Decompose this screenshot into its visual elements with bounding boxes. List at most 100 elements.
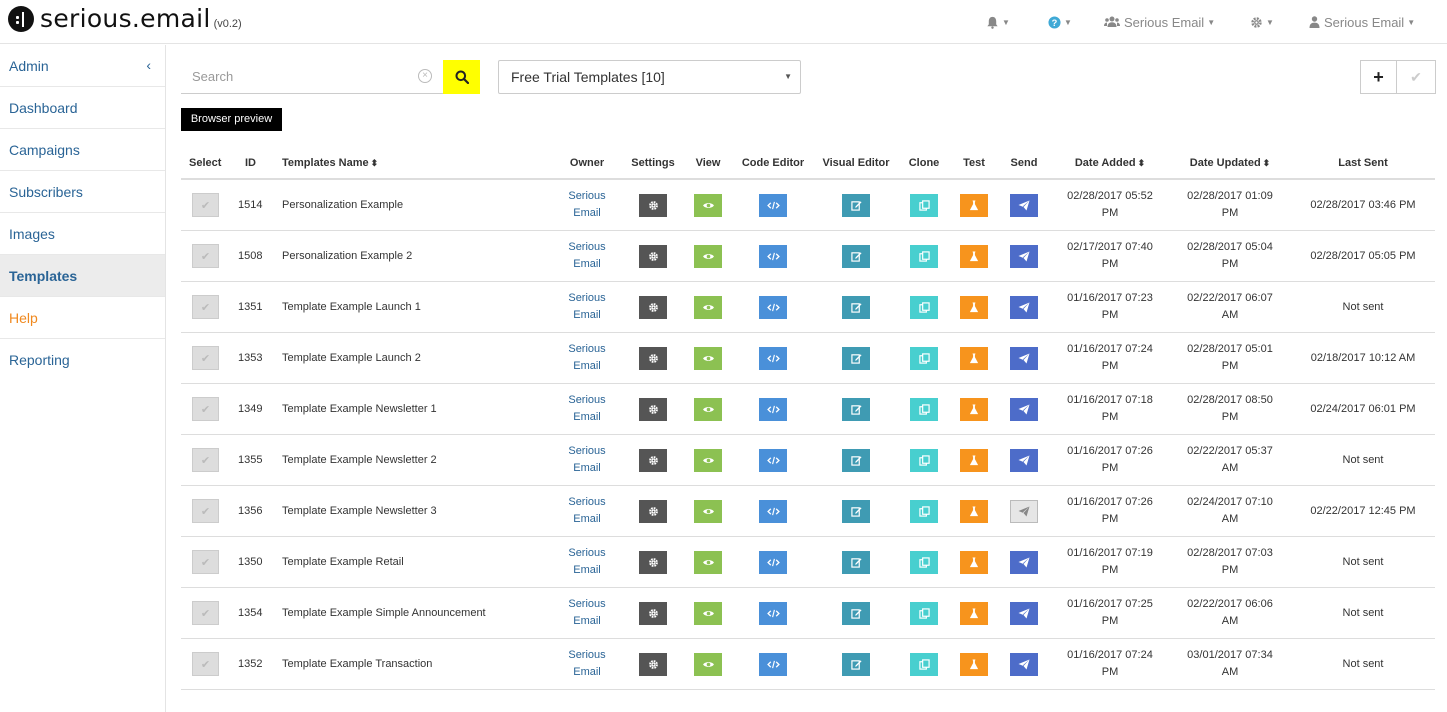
visual-editor-button[interactable]	[842, 448, 870, 472]
send-button[interactable]	[1010, 601, 1038, 625]
settings-button[interactable]	[639, 550, 667, 574]
confirm-button[interactable]: ✔	[1396, 60, 1436, 94]
view-button[interactable]	[694, 550, 722, 574]
clone-button[interactable]	[910, 193, 938, 217]
help-menu[interactable]: ? ▼	[1048, 0, 1072, 44]
code-editor-button[interactable]	[759, 244, 787, 268]
owner-link[interactable]: Serious Email	[568, 596, 605, 630]
visual-editor-button[interactable]	[842, 295, 870, 319]
send-button[interactable]	[1010, 346, 1038, 370]
select-checkbox[interactable]: ✔	[192, 652, 219, 676]
visual-editor-button[interactable]	[842, 601, 870, 625]
owner-link[interactable]: Serious Email	[568, 494, 605, 528]
clone-button[interactable]	[910, 601, 938, 625]
sidebar-item-templates[interactable]: Templates	[0, 255, 165, 297]
send-button[interactable]	[1010, 244, 1038, 268]
code-editor-button[interactable]	[759, 295, 787, 319]
clone-button[interactable]	[910, 652, 938, 676]
test-button[interactable]	[960, 448, 988, 472]
owner-link[interactable]: Serious Email	[568, 239, 605, 273]
code-editor-button[interactable]	[759, 601, 787, 625]
template-folder-select[interactable]: Free Trial Templates [10] ▼	[498, 60, 801, 94]
view-button[interactable]	[694, 499, 722, 523]
visual-editor-button[interactable]	[842, 346, 870, 370]
sidebar-item-help[interactable]: Help	[0, 297, 165, 339]
sidebar-item-reporting[interactable]: Reporting	[0, 339, 165, 381]
sidebar-item-dashboard[interactable]: Dashboard	[0, 87, 165, 129]
clone-button[interactable]	[910, 397, 938, 421]
send-button[interactable]	[1010, 397, 1038, 421]
view-button[interactable]	[694, 244, 722, 268]
owner-link[interactable]: Serious Email	[568, 647, 605, 681]
settings-menu[interactable]: ▼	[1250, 0, 1274, 44]
view-button[interactable]	[694, 448, 722, 472]
select-checkbox[interactable]: ✔	[192, 601, 219, 625]
clone-button[interactable]	[910, 346, 938, 370]
owner-link[interactable]: Serious Email	[568, 290, 605, 324]
clone-button[interactable]	[910, 550, 938, 574]
test-button[interactable]	[960, 397, 988, 421]
owner-link[interactable]: Serious Email	[568, 545, 605, 579]
test-button[interactable]	[960, 295, 988, 319]
clear-icon[interactable]: ×	[418, 69, 432, 83]
sidebar-item-images[interactable]: Images	[0, 213, 165, 255]
select-checkbox[interactable]: ✔	[192, 397, 219, 421]
select-checkbox[interactable]: ✔	[192, 244, 219, 268]
settings-button[interactable]	[639, 448, 667, 472]
code-editor-button[interactable]	[759, 550, 787, 574]
visual-editor-button[interactable]	[842, 397, 870, 421]
select-checkbox[interactable]: ✔	[192, 499, 219, 523]
test-button[interactable]	[960, 346, 988, 370]
select-checkbox[interactable]: ✔	[192, 193, 219, 217]
code-editor-button[interactable]	[759, 448, 787, 472]
owner-link[interactable]: Serious Email	[568, 443, 605, 477]
settings-button[interactable]	[639, 193, 667, 217]
owner-link[interactable]: Serious Email	[568, 341, 605, 375]
send-button[interactable]	[1010, 295, 1038, 319]
view-button[interactable]	[694, 193, 722, 217]
visual-editor-button[interactable]	[842, 499, 870, 523]
select-checkbox[interactable]: ✔	[192, 295, 219, 319]
view-button[interactable]	[694, 397, 722, 421]
notifications-menu[interactable]: ▼	[986, 0, 1010, 44]
send-button[interactable]	[1010, 550, 1038, 574]
settings-button[interactable]	[639, 652, 667, 676]
view-button[interactable]	[694, 346, 722, 370]
clone-button[interactable]	[910, 448, 938, 472]
settings-button[interactable]	[639, 499, 667, 523]
logo[interactable]: serious.email (v0.2)	[8, 6, 242, 32]
settings-button[interactable]	[639, 346, 667, 370]
sidebar-item-campaigns[interactable]: Campaigns	[0, 129, 165, 171]
owner-link[interactable]: Serious Email	[568, 188, 605, 222]
code-editor-button[interactable]	[759, 397, 787, 421]
view-button[interactable]	[694, 652, 722, 676]
settings-button[interactable]	[639, 244, 667, 268]
browser-preview-button[interactable]: Browser preview	[181, 108, 282, 131]
visual-editor-button[interactable]	[842, 244, 870, 268]
code-editor-button[interactable]	[759, 652, 787, 676]
add-template-button[interactable]: +	[1360, 60, 1397, 94]
select-checkbox[interactable]: ✔	[192, 550, 219, 574]
header-name[interactable]: Templates Name ⬍	[282, 157, 378, 169]
settings-button[interactable]	[639, 397, 667, 421]
clone-button[interactable]	[910, 499, 938, 523]
sidebar-item-subscribers[interactable]: Subscribers	[0, 171, 165, 213]
header-date-added[interactable]: Date Added ⬍	[1075, 157, 1145, 169]
send-button[interactable]	[1010, 193, 1038, 217]
chevron-left-icon[interactable]: ‹	[146, 57, 151, 73]
send-button[interactable]	[1010, 652, 1038, 676]
search-button[interactable]	[443, 60, 480, 94]
header-date-updated[interactable]: Date Updated ⬍	[1190, 157, 1270, 169]
view-button[interactable]	[694, 601, 722, 625]
test-button[interactable]	[960, 244, 988, 268]
test-button[interactable]	[960, 550, 988, 574]
send-button[interactable]	[1010, 499, 1038, 523]
view-button[interactable]	[694, 295, 722, 319]
select-checkbox[interactable]: ✔	[192, 448, 219, 472]
settings-button[interactable]	[639, 295, 667, 319]
user-menu[interactable]: Serious Email ▼	[1309, 0, 1415, 44]
sidebar-item-admin[interactable]: Admin ‹	[0, 45, 165, 87]
visual-editor-button[interactable]	[842, 550, 870, 574]
test-button[interactable]	[960, 193, 988, 217]
test-button[interactable]	[960, 601, 988, 625]
